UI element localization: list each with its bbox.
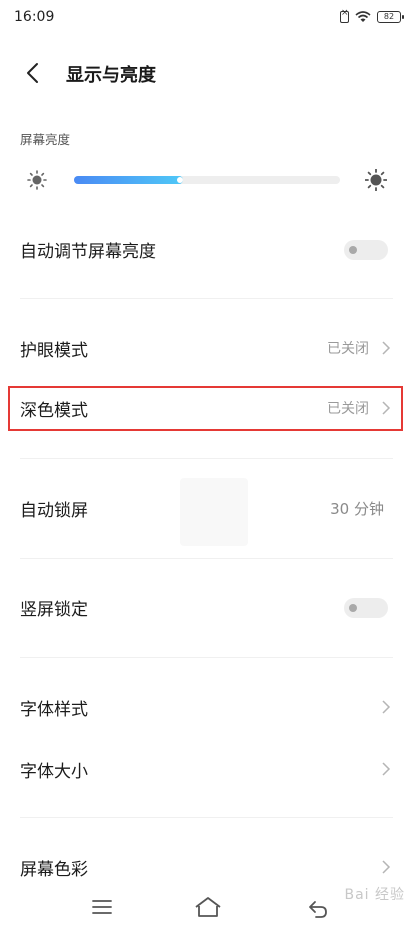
sun-large-icon (365, 169, 387, 191)
chevron-right-icon (382, 401, 391, 415)
auto-brightness-toggle[interactable] (344, 240, 388, 260)
auto-brightness-row[interactable]: 自动调节屏幕亮度 (0, 223, 413, 275)
font-size-label: 字体大小 (20, 762, 88, 782)
auto-lock-row[interactable]: 自动锁屏 30 分钟 (0, 482, 413, 534)
divider (20, 558, 393, 559)
dark-mode-row[interactable]: 深色模式 已关闭 (0, 382, 413, 434)
chevron-right-icon (382, 700, 391, 714)
auto-lock-label: 自动锁屏 (20, 501, 88, 521)
font-style-row[interactable]: 字体样式 (0, 681, 413, 733)
auto-brightness-label: 自动调节屏幕亮度 (20, 242, 156, 262)
chevron-right-icon (382, 341, 391, 355)
nav-back-icon[interactable] (307, 897, 329, 919)
portrait-lock-label: 竖屏锁定 (20, 600, 88, 620)
eye-care-value: 已关闭 (327, 341, 369, 357)
dark-mode-label: 深色模式 (20, 401, 88, 421)
auto-lock-value: 30 分钟 (330, 500, 384, 518)
eye-care-label: 护眼模式 (20, 341, 88, 361)
status-time: 16:09 (14, 9, 55, 25)
status-icons: 82 (340, 8, 404, 23)
dark-mode-value: 已关闭 (327, 401, 369, 417)
divider (20, 817, 393, 818)
brightness-slider-fill (74, 176, 184, 184)
brightness-row (0, 163, 413, 197)
brightness-slider[interactable] (74, 176, 340, 184)
wifi-icon (355, 11, 371, 22)
menu-icon[interactable] (91, 898, 113, 916)
divider (20, 657, 393, 658)
sun-small-icon (27, 170, 47, 190)
portrait-lock-row[interactable]: 竖屏锁定 (0, 581, 413, 633)
status-bar: 16:09 82 (0, 0, 413, 36)
toggle-knob (349, 246, 357, 254)
back-arrow-icon[interactable] (22, 62, 44, 84)
divider (20, 458, 393, 459)
screen-color-label: 屏幕色彩 (20, 860, 88, 880)
no-sim-icon (340, 8, 349, 23)
eye-care-row[interactable]: 护眼模式 已关闭 (0, 322, 413, 374)
divider (20, 298, 393, 299)
baidu-watermark: Bai 经验 (344, 887, 405, 903)
home-icon[interactable] (194, 896, 222, 918)
chevron-right-icon (382, 762, 391, 776)
brightness-slider-thumb[interactable] (177, 177, 184, 183)
font-size-row[interactable]: 字体大小 (0, 743, 413, 795)
page-title: 显示与亮度 (66, 65, 156, 86)
brightness-section-label: 屏幕亮度 (20, 132, 71, 147)
battery-icon: 82 (377, 11, 404, 23)
title-bar: 显示与亮度 (0, 48, 413, 100)
font-style-label: 字体样式 (20, 700, 88, 720)
toggle-knob (349, 604, 357, 612)
portrait-lock-toggle[interactable] (344, 598, 388, 618)
chevron-right-icon (382, 860, 391, 874)
